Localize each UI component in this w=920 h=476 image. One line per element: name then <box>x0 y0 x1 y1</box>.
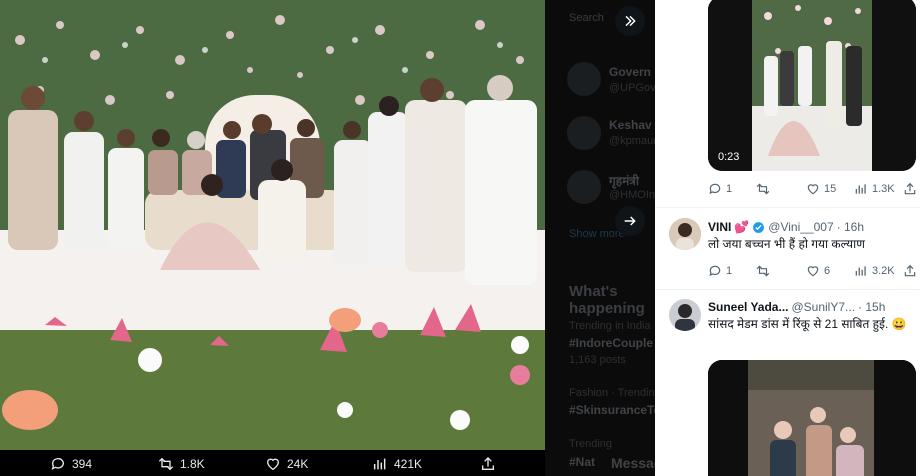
reply-text: सांसद मेडम डांस में रिंकू से 21 साबित हु… <box>708 317 907 331</box>
arrow-right-icon <box>624 216 636 226</box>
reply-video[interactable]: 0:23 <box>708 0 916 171</box>
trend-tag: #Nat <box>569 455 596 469</box>
trend-tag: #IndoreCouple <box>569 336 654 350</box>
retweet-icon <box>756 265 770 277</box>
share-icon <box>904 264 916 277</box>
dimmed-sidebar: Search Govern @UPGov Keshav @kpmaurya1 ग… <box>545 0 655 476</box>
divider <box>655 207 920 208</box>
views-icon <box>855 184 866 194</box>
like-action[interactable]: 24K <box>265 456 308 472</box>
video-duration: 0:23 <box>718 151 740 163</box>
search-placeholder: Search <box>569 12 604 24</box>
user-handle[interactable]: @SunilY7... <box>791 300 855 314</box>
post-time[interactable]: · 15h <box>858 300 885 314</box>
retweet-icon <box>158 457 174 471</box>
reply-icon <box>51 458 64 470</box>
avatar-image <box>669 218 701 250</box>
reply-action[interactable]: 394 <box>50 456 92 472</box>
display-name[interactable]: Suneel Yada... <box>708 300 788 314</box>
double-chevron-right-icon <box>625 15 636 27</box>
views-action[interactable]: 1.3K <box>854 182 895 196</box>
reply-count: 394 <box>72 457 93 471</box>
retweet-count: 1.8K <box>180 457 205 471</box>
show-more-link: Show more <box>569 228 625 240</box>
display-name[interactable]: VINI <box>708 220 731 234</box>
reply-icon <box>709 265 721 277</box>
avatar <box>567 170 601 204</box>
reply-header: VINI 💕 @Vini__007 · 16h <box>708 220 864 234</box>
avatar[interactable] <box>669 299 701 331</box>
expand-panel-button[interactable] <box>615 6 645 36</box>
trend-meta: Trending in India <box>569 320 651 332</box>
heart-icon <box>807 266 819 277</box>
reply-action[interactable]: 1 <box>708 264 732 278</box>
reply-video[interactable] <box>708 360 916 476</box>
share-icon <box>482 457 494 470</box>
avatar <box>567 116 601 150</box>
views-action[interactable]: 3.2K <box>854 264 895 278</box>
video-thumbnail <box>708 0 916 171</box>
sidebar-account-name: Govern <box>609 65 652 79</box>
views-action[interactable]: 421K <box>372 456 422 472</box>
sidebar-account-handle: @UPGov <box>609 82 655 94</box>
reply-count: 1 <box>726 265 733 277</box>
views-count: 1.3K <box>872 183 895 195</box>
reply-header: Suneel Yada... @SunilY7... · 15h <box>708 300 885 314</box>
post-time[interactable]: · 16h <box>837 220 864 234</box>
like-count: 6 <box>824 265 831 277</box>
avatar[interactable] <box>669 218 701 250</box>
reply-action[interactable]: 1 <box>708 182 732 196</box>
like-count: 24K <box>287 457 309 471</box>
divider <box>655 289 920 290</box>
verified-badge-icon <box>753 221 765 233</box>
sidebar-account-name: Keshav <box>609 118 652 132</box>
reply-text: लो जया बच्चन भी हैं हो गया कल्याण <box>708 237 865 251</box>
engagement-photo[interactable] <box>0 0 545 450</box>
trend-meta: Trending <box>569 438 613 450</box>
reply-icon <box>709 183 721 195</box>
views-icon <box>373 458 386 470</box>
video-thumbnail <box>708 360 916 476</box>
messages-label: Messages <box>611 455 655 471</box>
heart-icon <box>266 458 280 471</box>
retweet-action[interactable]: 1.8K <box>158 456 205 472</box>
media-viewer: 394 1.8K 24K 421K <box>0 0 545 476</box>
share-action[interactable] <box>903 182 917 196</box>
whats-happening-heading: What's happening <box>569 283 645 317</box>
retweet-action[interactable] <box>756 182 770 196</box>
next-media-button[interactable] <box>615 206 645 236</box>
name-emoji: 💕 <box>734 220 750 234</box>
replies-pane: 0:23 1 15 1.3K VINI 💕 @Vini__007 · 16h ल… <box>655 0 920 476</box>
like-action[interactable]: 15 <box>806 182 836 196</box>
avatar <box>567 62 601 96</box>
tweet-action-bar: 394 1.8K 24K 421K <box>0 450 545 476</box>
share-action[interactable] <box>480 456 496 472</box>
views-icon <box>855 266 866 276</box>
trend-count: 1,163 posts <box>569 354 626 366</box>
retweet-icon <box>756 183 770 195</box>
share-action[interactable] <box>903 264 917 278</box>
like-count: 15 <box>824 183 837 195</box>
sidebar-account-name: गृहमंत्री <box>609 174 640 188</box>
photo-scene <box>0 0 545 450</box>
views-count: 3.2K <box>872 265 895 277</box>
reply-count: 1 <box>726 183 733 195</box>
avatar-image <box>669 299 701 331</box>
retweet-action[interactable] <box>756 264 770 278</box>
like-action[interactable]: 6 <box>806 264 830 278</box>
heart-icon <box>807 184 819 195</box>
share-icon <box>904 182 916 195</box>
trend-meta: Fashion · Trending <box>569 387 655 399</box>
sidebar-account-handle: @kpmaurya1 <box>609 135 655 147</box>
sidebar-account-handle: @HMOIndia <box>609 189 655 201</box>
user-handle[interactable]: @Vini__007 <box>768 220 833 234</box>
views-count: 421K <box>394 457 423 471</box>
trend-tag: #SkinsuranceTeam <box>569 403 655 417</box>
